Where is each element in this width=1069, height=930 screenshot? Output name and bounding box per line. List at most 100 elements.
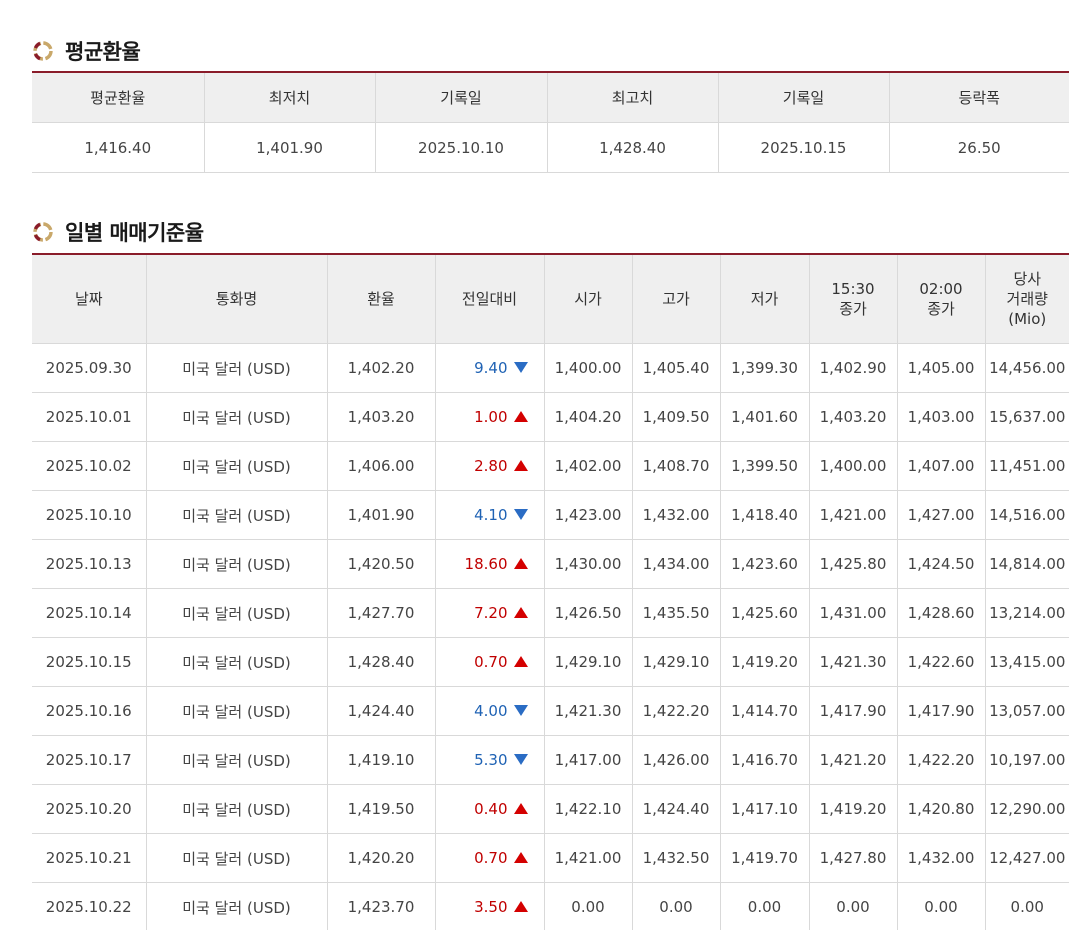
open-cell: 1,422.10 [543, 784, 633, 834]
currency-cell: 미국 달러 (USD) [145, 588, 328, 638]
header-change: 전일대비 [434, 254, 545, 344]
table-row: 2025.10.20 미국 달러 (USD) 1,419.50 0.40 1,422.1… [32, 784, 1069, 834]
triangle-up-icon [513, 656, 528, 667]
header-close-1530: 15:30 종가 [808, 254, 898, 344]
currency-cell: 미국 달러 (USD) [145, 833, 328, 883]
low-cell: 1,418.40 [719, 490, 810, 540]
change-cell: 4.00 [434, 686, 545, 736]
rate-cell: 1,420.50 [326, 539, 436, 589]
triangle-up-icon [513, 460, 528, 471]
currency-cell: 미국 달러 (USD) [145, 441, 328, 491]
min-value: 1,401.90 [203, 122, 376, 173]
table-row: 2025.09.30 미국 달러 (USD) 1,402.20 9.40 1,400.0… [32, 343, 1069, 393]
high-cell: 1,408.70 [631, 441, 721, 491]
close-0200-cell: 1,432.00 [896, 833, 986, 883]
change-value: 3.50 [474, 898, 508, 916]
header-volume: 당사 거래량 (Mio) [984, 254, 1069, 344]
date-cell: 2025.10.10 [32, 490, 147, 540]
table-row: 2025.10.15 미국 달러 (USD) 1,428.40 0.70 1,429.1… [32, 637, 1069, 687]
change-cell: 9.40 [434, 343, 545, 393]
change-value: 4.10 [474, 506, 508, 524]
change-value: 5.30 [474, 751, 508, 769]
open-cell: 0.00 [543, 882, 633, 930]
change-value: 0.70 [474, 653, 508, 671]
rate-cell: 1,401.90 [326, 490, 436, 540]
triangle-up-icon [513, 607, 528, 618]
header-date: 날짜 [32, 254, 147, 344]
daily-rate-table: 날짜 통화명 환율 전일대비 시가 고가 저가 15:30 종가 02:00 종가 … [32, 253, 1069, 930]
max-date-value: 2025.10.15 [717, 122, 890, 173]
volume-cell: 14,516.00 [984, 490, 1069, 540]
date-cell: 2025.10.14 [32, 588, 147, 638]
currency-cell: 미국 달러 (USD) [145, 735, 328, 785]
date-cell: 2025.10.17 [32, 735, 147, 785]
table-row: 2025.10.02 미국 달러 (USD) 1,406.00 2.80 1,402.0… [32, 441, 1069, 491]
change-cell: 2.80 [434, 441, 545, 491]
change-cell: 0.70 [434, 637, 545, 687]
high-cell: 0.00 [631, 882, 721, 930]
volume-cell: 13,057.00 [984, 686, 1069, 736]
header-rate: 환율 [326, 254, 436, 344]
close-1530-cell: 1,421.20 [808, 735, 898, 785]
daily-table-header-row: 날짜 통화명 환율 전일대비 시가 고가 저가 15:30 종가 02:00 종가 … [32, 254, 1069, 344]
low-cell: 1,399.30 [719, 343, 810, 393]
close-0200-cell: 1,422.60 [896, 637, 986, 687]
low-cell: 1,399.50 [719, 441, 810, 491]
close-1530-cell: 1,417.90 [808, 686, 898, 736]
currency-cell: 미국 달러 (USD) [145, 490, 328, 540]
currency-cell: 미국 달러 (USD) [145, 343, 328, 393]
min-date-value: 2025.10.10 [374, 122, 548, 173]
open-cell: 1,402.00 [543, 441, 633, 491]
open-cell: 1,429.10 [543, 637, 633, 687]
triangle-up-icon [513, 852, 528, 863]
open-cell: 1,430.00 [543, 539, 633, 589]
volume-cell: 13,214.00 [984, 588, 1069, 638]
table-row: 2025.10.22 미국 달러 (USD) 1,423.70 3.50 0.00 0.0… [32, 882, 1069, 930]
header-min: 최저치 [203, 72, 376, 123]
volume-cell: 0.00 [984, 882, 1069, 930]
high-cell: 1,432.00 [631, 490, 721, 540]
rate-cell: 1,427.70 [326, 588, 436, 638]
close-0200-cell: 1,427.00 [896, 490, 986, 540]
high-cell: 1,405.40 [631, 343, 721, 393]
low-cell: 0.00 [719, 882, 810, 930]
date-cell: 2025.10.02 [32, 441, 147, 491]
change-cell: 4.10 [434, 490, 545, 540]
avg-rate-table: 평균환율 최저치 기록일 최고치 기록일 등락폭 1,416.40 1,401.… [32, 71, 1069, 173]
volume-cell: 14,456.00 [984, 343, 1069, 393]
ring-icon [32, 40, 54, 62]
high-cell: 1,435.50 [631, 588, 721, 638]
triangle-up-icon [513, 411, 528, 422]
currency-cell: 미국 달러 (USD) [145, 539, 328, 589]
triangle-up-icon [513, 901, 528, 912]
high-cell: 1,424.40 [631, 784, 721, 834]
currency-cell: 미국 달러 (USD) [145, 392, 328, 442]
open-cell: 1,421.30 [543, 686, 633, 736]
close-0200-cell: 1,405.00 [896, 343, 986, 393]
change-value: 0.40 [474, 800, 508, 818]
header-max-date: 기록일 [717, 72, 890, 123]
triangle-up-icon [513, 558, 528, 569]
rate-cell: 1,428.40 [326, 637, 436, 687]
close-0200-cell: 1,420.80 [896, 784, 986, 834]
avg-rate-title: 평균환율 [65, 40, 141, 64]
triangle-down-icon [513, 705, 528, 716]
header-close-0200: 02:00 종가 [896, 254, 986, 344]
date-cell: 2025.09.30 [32, 343, 147, 393]
header-max: 최고치 [546, 72, 719, 123]
triangle-down-icon [513, 362, 528, 373]
daily-table-body: 2025.09.30 미국 달러 (USD) 1,402.20 9.40 1,400.0… [32, 343, 1069, 930]
currency-cell: 미국 달러 (USD) [145, 637, 328, 687]
currency-cell: 미국 달러 (USD) [145, 882, 328, 930]
date-cell: 2025.10.01 [32, 392, 147, 442]
rate-cell: 1,406.00 [326, 441, 436, 491]
low-cell: 1,414.70 [719, 686, 810, 736]
table-row: 2025.10.13 미국 달러 (USD) 1,420.50 18.60 1,430.… [32, 539, 1069, 589]
change-value: 18.60 [464, 555, 508, 573]
change-cell: 5.30 [434, 735, 545, 785]
change-cell: 3.50 [434, 882, 545, 930]
change-value: 9.40 [474, 359, 508, 377]
rate-cell: 1,419.50 [326, 784, 436, 834]
date-cell: 2025.10.16 [32, 686, 147, 736]
avg-table-row: 1,416.40 1,401.90 2025.10.10 1,428.40 20… [32, 122, 1069, 173]
